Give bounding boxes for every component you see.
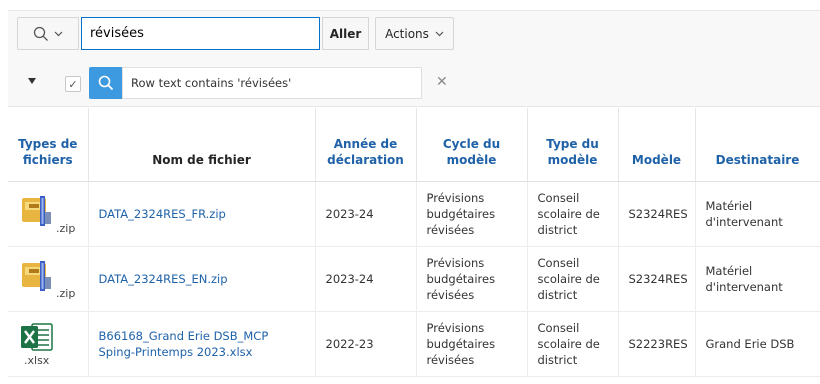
table-header-row: Types de fichiers Nom de fichier Année d… — [8, 108, 820, 182]
filter-search-badge — [89, 67, 122, 99]
column-header-annee[interactable]: Année de déclaration — [315, 108, 417, 182]
search-icon — [33, 26, 48, 41]
cell-cycle: Prévisions budgétaires révisées — [416, 181, 528, 247]
file-extension: .zip — [56, 221, 76, 235]
column-header-modele[interactable]: Modèle — [618, 108, 696, 182]
cell-type: Conseil scolaire de district — [527, 311, 619, 377]
cell-cycle: Prévisions budgétaires révisées — [416, 246, 528, 312]
cell-modele: S2324RES — [618, 181, 696, 247]
file-type-cell: .zip — [8, 246, 89, 312]
cell-cycle: Prévisions budgétaires révisées — [416, 311, 528, 377]
cell-type: Conseil scolaire de district — [527, 246, 619, 312]
excel-icon — [21, 322, 53, 351]
file-extension: .xlsx — [24, 353, 50, 367]
table-row: .zip DATA_2324RES_EN.zip 2023-24 Prévisi… — [8, 246, 820, 312]
report-table: Types de fichiers Nom de fichier Année d… — [8, 108, 820, 377]
cell-destinataire: Matériel d'intervenant — [695, 181, 820, 247]
file-name-link[interactable]: DATA_2324RES_FR.zip — [88, 181, 316, 247]
chevron-down-icon — [54, 31, 63, 36]
report-toolbar: Aller Actions — [8, 10, 820, 52]
filter-bar: ✓ Row text contains 'révisées' ✕ — [8, 52, 820, 107]
search-input[interactable] — [81, 17, 320, 50]
column-header-nom[interactable]: Nom de fichier — [88, 108, 316, 182]
search-column-button[interactable] — [17, 17, 79, 50]
file-name-link[interactable]: DATA_2324RES_EN.zip — [88, 246, 316, 312]
cell-annee: 2023-24 — [315, 181, 417, 247]
file-type-cell: .zip — [8, 181, 89, 247]
cell-destinataire: Matériel d'intervenant — [695, 246, 820, 312]
chevron-down-icon — [435, 31, 444, 36]
file-extension: .zip — [56, 286, 76, 300]
cell-annee: 2022-23 — [315, 311, 417, 377]
filter-description[interactable]: Row text contains 'révisées' — [122, 67, 422, 99]
file-name-link[interactable]: B66168_Grand Erie DSB_MCP Sping-Printemp… — [88, 311, 316, 377]
check-icon: ✓ — [68, 77, 78, 91]
cell-destinataire: Grand Erie DSB — [695, 311, 820, 377]
file-type-cell: .xlsx — [8, 311, 89, 377]
go-button[interactable]: Aller — [322, 17, 369, 50]
column-header-type[interactable]: Type du modèle — [527, 108, 619, 182]
table-row: .zip DATA_2324RES_FR.zip 2023-24 Prévisi… — [8, 181, 820, 247]
column-header-cycle[interactable]: Cycle du modèle — [416, 108, 528, 182]
cell-type: Conseil scolaire de district — [527, 181, 619, 247]
zip-archive-icon[interactable]: .zip — [20, 192, 76, 236]
cell-modele: S2324RES — [618, 246, 696, 312]
zip-archive-icon[interactable]: .zip — [20, 257, 76, 301]
table-row: .xlsx B66168_Grand Erie DSB_MCP Sping-Pr… — [8, 311, 820, 377]
collapse-filters-toggle[interactable] — [28, 78, 36, 84]
actions-menu-button[interactable]: Actions — [375, 17, 454, 50]
column-header-types[interactable]: Types de fichiers — [8, 108, 89, 182]
cell-modele: S2223RES — [618, 311, 696, 377]
zip-archive-icon — [22, 260, 51, 291]
zip-archive-icon — [22, 195, 51, 226]
remove-filter-icon[interactable]: ✕ — [436, 74, 448, 90]
filter-enable-checkbox[interactable]: ✓ — [65, 76, 81, 92]
column-header-destinataire[interactable]: Destinataire — [695, 108, 820, 182]
search-icon — [98, 75, 113, 91]
excel-icon[interactable]: .xlsx — [20, 322, 76, 367]
actions-label: Actions — [385, 26, 429, 41]
cell-annee: 2023-24 — [315, 246, 417, 312]
